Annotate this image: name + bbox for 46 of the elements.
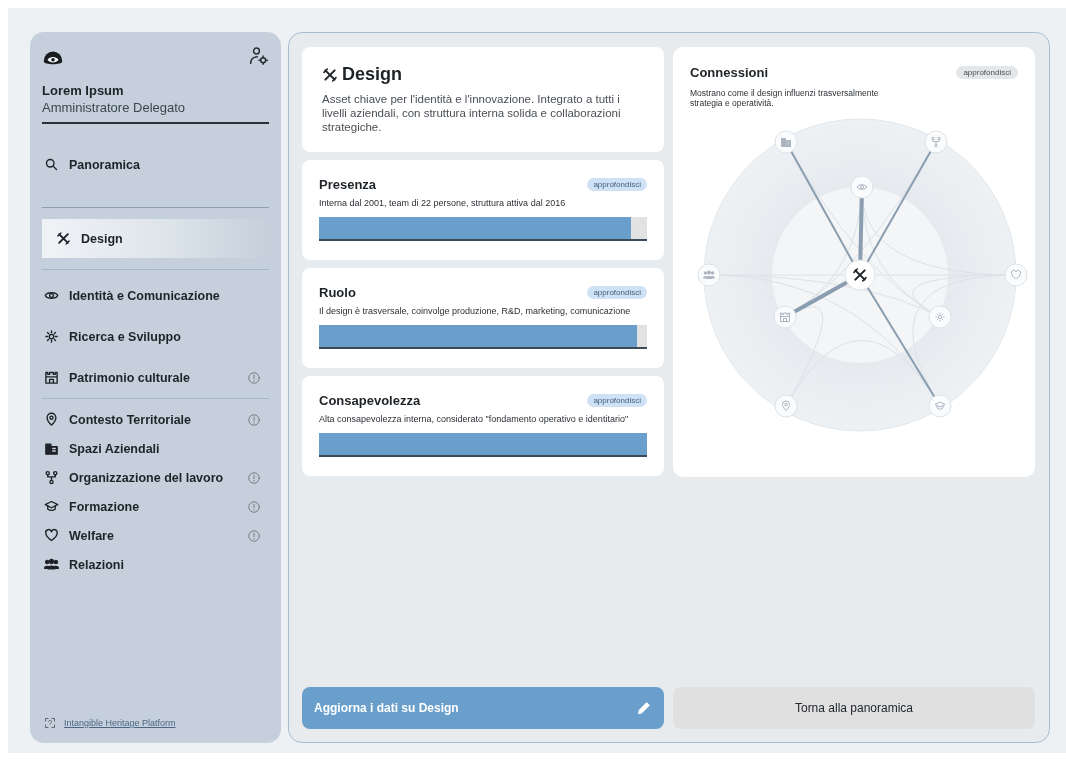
metric-title: Presenza bbox=[319, 177, 377, 192]
details-link[interactable]: approfondisci bbox=[956, 66, 1018, 79]
alert-icon bbox=[247, 499, 261, 514]
user-role: Amministratore Delegato bbox=[42, 100, 269, 124]
castle-icon bbox=[44, 370, 59, 385]
nav-item[interactable]: Patrimonio culturale bbox=[42, 357, 269, 398]
nav-item[interactable]: Welfare bbox=[42, 521, 269, 550]
metric-description: Il design è trasversale, coinvolge produzione, R&D, marketing, comunicazione bbox=[319, 306, 632, 316]
nav-item[interactable]: Relazioni bbox=[42, 550, 269, 579]
details-link[interactable]: approfondisci bbox=[587, 286, 647, 299]
alert-icon bbox=[247, 470, 261, 485]
card-title: Connessioni bbox=[690, 65, 768, 80]
nav-item[interactable]: Formazione bbox=[42, 492, 269, 521]
search-icon bbox=[44, 157, 59, 172]
crossed-tools-icon bbox=[322, 66, 338, 83]
branch-icon bbox=[44, 470, 59, 485]
nav-item[interactable]: Ricerca e Sviluppo bbox=[42, 316, 269, 357]
graduation-cap-icon bbox=[44, 499, 59, 514]
section-title: Design bbox=[342, 64, 402, 85]
user-name: Lorem Ipsum bbox=[42, 83, 125, 98]
nav-item[interactable]: Spazi Aziendali bbox=[42, 434, 269, 463]
alert-icon bbox=[247, 370, 261, 385]
building-icon bbox=[44, 441, 59, 456]
nav-item[interactable]: Organizzazione del lavoro bbox=[42, 463, 269, 492]
platform-link[interactable]: Intangible Heritage Platform bbox=[42, 717, 269, 729]
map-pin-icon bbox=[44, 412, 59, 427]
crossed-tools-icon bbox=[56, 231, 71, 246]
nav-item[interactable]: Identità e Comunicazione bbox=[42, 275, 269, 316]
back-button[interactable]: Torna alla panoramica bbox=[673, 687, 1035, 729]
nav-item[interactable]: Panoramica bbox=[42, 124, 269, 207]
alert-icon bbox=[247, 528, 261, 543]
scan-icon bbox=[44, 717, 56, 729]
alert-icon bbox=[247, 412, 261, 427]
section-description: Asset chiave per l'identità e l'innovazione. Integrato a tutti i livelli aziendali, con struttura interna solida e collaborazioni strategiche. bbox=[322, 93, 622, 135]
details-link[interactable]: approfondisci bbox=[587, 394, 647, 407]
metric-title: Ruolo bbox=[319, 285, 356, 300]
metric-title: Consapevolezza bbox=[319, 393, 421, 408]
nav-item[interactable]: Contesto Territoriale bbox=[42, 405, 269, 434]
metric-description: Alta consapevolezza interna, considerato "fondamento operativo e identitario" bbox=[319, 414, 630, 424]
people-icon bbox=[44, 557, 59, 572]
metric-description: Interna dal 2001, team di 22 persone, struttura attiva dal 2016 bbox=[319, 198, 567, 208]
pencil-icon bbox=[636, 700, 652, 716]
details-link[interactable]: approfondisci bbox=[587, 178, 647, 191]
card-description: Mostrano come il design influenzi trasversalmente strategia e operatività. bbox=[690, 88, 880, 109]
heart-icon bbox=[44, 528, 59, 543]
user-settings-icon bbox=[249, 46, 269, 66]
